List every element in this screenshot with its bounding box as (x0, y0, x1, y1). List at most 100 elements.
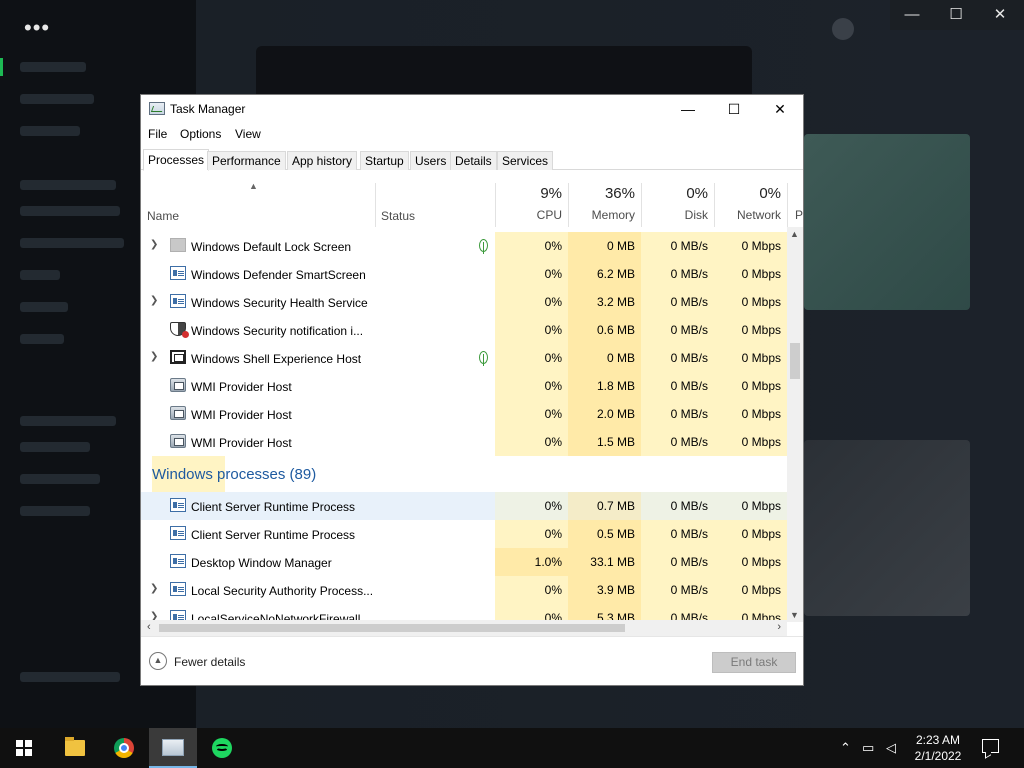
table-row[interactable]: Desktop Window Manager 1.0% 33.1 MB 0 MB… (141, 548, 787, 576)
network-cell: 0 Mbps (714, 428, 787, 456)
process-icon (170, 498, 186, 512)
table-row[interactable]: ❯ Windows Shell Experience Host 0% 0 MB … (141, 344, 787, 372)
background-nav-item (20, 206, 120, 216)
background-nav-item (20, 442, 90, 452)
maximize-button[interactable]: ☐ (711, 95, 757, 123)
background-nav-item (20, 94, 94, 104)
table-row-selected[interactable]: Client Server Runtime Process 0% 0.7 MB … (141, 492, 787, 520)
process-icon (170, 582, 186, 596)
footer: ▲ Fewer details End task (141, 636, 803, 685)
cpu-cell: 0% (495, 492, 568, 520)
tab-services[interactable]: Services (497, 151, 554, 170)
scroll-down-icon[interactable]: ▼ (790, 610, 799, 620)
column-status[interactable]: Status (381, 209, 415, 223)
vertical-scroll-thumb[interactable] (790, 343, 800, 379)
table-row[interactable]: WMI Provider Host 0% 1.8 MB 0 MB/s 0 Mbp… (141, 372, 787, 400)
table-row[interactable]: Windows Defender SmartScreen 0% 6.2 MB 0… (141, 260, 787, 288)
table-row[interactable]: WMI Provider Host 0% 2.0 MB 0 MB/s 0 Mbp… (141, 400, 787, 428)
table-row[interactable]: Windows Security notification i... 0% 0.… (141, 316, 787, 344)
table-row[interactable]: ❯ Windows Default Lock Screen 0% 0 MB 0 … (141, 232, 787, 260)
notification-icon[interactable] (982, 739, 999, 753)
cpu-cell: 0% (495, 372, 568, 400)
minimize-button[interactable]: — (665, 95, 711, 123)
title-bar[interactable]: Task Manager — ☐ ✕ (141, 95, 803, 123)
fewer-details-link[interactable]: Fewer details (174, 655, 245, 669)
column-cpu[interactable]: CPU (499, 208, 562, 222)
disk-total[interactable]: 0% (645, 185, 708, 202)
column-network[interactable]: Network (718, 208, 781, 222)
close-button[interactable]: ✕ (757, 95, 803, 123)
tab-details[interactable]: Details (450, 151, 497, 170)
background-nav-item (20, 672, 120, 682)
end-task-button[interactable]: End task (712, 652, 796, 673)
shell-icon (170, 350, 186, 364)
disk-cell: 0 MB/s (641, 260, 714, 288)
scroll-right-icon[interactable]: › (777, 621, 781, 633)
spotify-icon[interactable] (212, 738, 232, 758)
task-manager-icon (162, 739, 184, 756)
vertical-scrollbar[interactable]: ▲ ▼ (787, 227, 803, 622)
menu-options[interactable]: Options (180, 127, 221, 141)
tab-users[interactable]: Users (410, 151, 452, 170)
tab-processes[interactable]: Processes (143, 149, 210, 171)
disk-cell: 0 MB/s (641, 520, 714, 548)
column-header: ▲ Name Status 9% CPU 36% Memory 0% Disk … (141, 181, 803, 227)
background-minimize-icon[interactable]: — (890, 0, 934, 30)
process-icon (170, 294, 186, 308)
column-disk[interactable]: Disk (645, 208, 708, 222)
column-name[interactable]: Name (147, 209, 179, 223)
clock[interactable]: 2:23 AM 2/1/2022 (905, 732, 971, 764)
file-explorer-icon[interactable] (65, 737, 85, 756)
background-nav-item (20, 302, 68, 312)
expand-chevron-icon[interactable]: ❯ (150, 583, 158, 594)
group-heading[interactable]: Windows processes (89) (141, 456, 787, 492)
chevron-up-circle-icon[interactable]: ▲ (149, 652, 167, 670)
shield-icon (170, 322, 189, 338)
memory-cell: 0.5 MB (568, 520, 641, 548)
scroll-up-icon[interactable]: ▲ (790, 229, 799, 239)
menu-file[interactable]: File (148, 127, 167, 141)
memory-cell: 3.2 MB (568, 288, 641, 316)
table-row[interactable]: ❯ Windows Security Health Service 0% 3.2… (141, 288, 787, 316)
chevron-up-icon[interactable]: ⌃ (840, 740, 851, 756)
volume-muted-icon[interactable]: ◁ (886, 740, 896, 756)
horizontal-scrollbar[interactable]: ‹ › (141, 620, 787, 636)
memory-cell: 2.0 MB (568, 400, 641, 428)
tab-bar: Processes Performance App history Startu… (141, 148, 803, 171)
process-name: Desktop Window Manager (191, 556, 332, 570)
expand-chevron-icon[interactable]: ❯ (150, 295, 158, 306)
network-cell: 0 Mbps (714, 548, 787, 576)
table-row[interactable]: ❯ Local Security Authority Process... 0%… (141, 576, 787, 604)
cpu-cell: 0% (495, 288, 568, 316)
expand-chevron-icon[interactable]: ❯ (150, 239, 158, 250)
gray-square-icon (170, 238, 186, 252)
task-manager-taskbar-button[interactable] (149, 728, 197, 768)
tab-performance[interactable]: Performance (207, 151, 286, 170)
column-memory[interactable]: Memory (572, 208, 635, 222)
process-name: WMI Provider Host (191, 408, 292, 422)
table-row[interactable]: WMI Provider Host 0% 1.5 MB 0 MB/s 0 Mbp… (141, 428, 787, 456)
column-divider (714, 183, 715, 227)
background-close-icon[interactable]: ✕ (978, 0, 1022, 30)
network-cell: 0 Mbps (714, 288, 787, 316)
network-icon[interactable]: ▭ (862, 740, 874, 756)
tab-startup[interactable]: Startup (360, 151, 409, 170)
background-maximize-icon[interactable]: ☐ (934, 0, 978, 30)
horizontal-scroll-thumb[interactable] (159, 624, 625, 632)
disk-cell: 0 MB/s (641, 492, 714, 520)
column-power[interactable]: P (795, 208, 805, 222)
memory-total[interactable]: 36% (572, 185, 635, 202)
memory-cell: 3.9 MB (568, 576, 641, 604)
table-row[interactable]: Client Server Runtime Process 0% 0.5 MB … (141, 520, 787, 548)
menu-view[interactable]: View (235, 127, 261, 141)
network-total[interactable]: 0% (718, 185, 781, 202)
background-header (256, 46, 752, 96)
suspended-leaf-icon (479, 351, 488, 366)
tab-app-history[interactable]: App history (287, 151, 358, 170)
expand-chevron-icon[interactable]: ❯ (150, 351, 158, 362)
scroll-left-icon[interactable]: ‹ (147, 621, 151, 633)
chrome-icon[interactable] (114, 738, 134, 758)
more-options-icon[interactable]: ••• (24, 17, 50, 39)
start-icon[interactable] (16, 740, 32, 756)
cpu-total[interactable]: 9% (499, 185, 562, 202)
